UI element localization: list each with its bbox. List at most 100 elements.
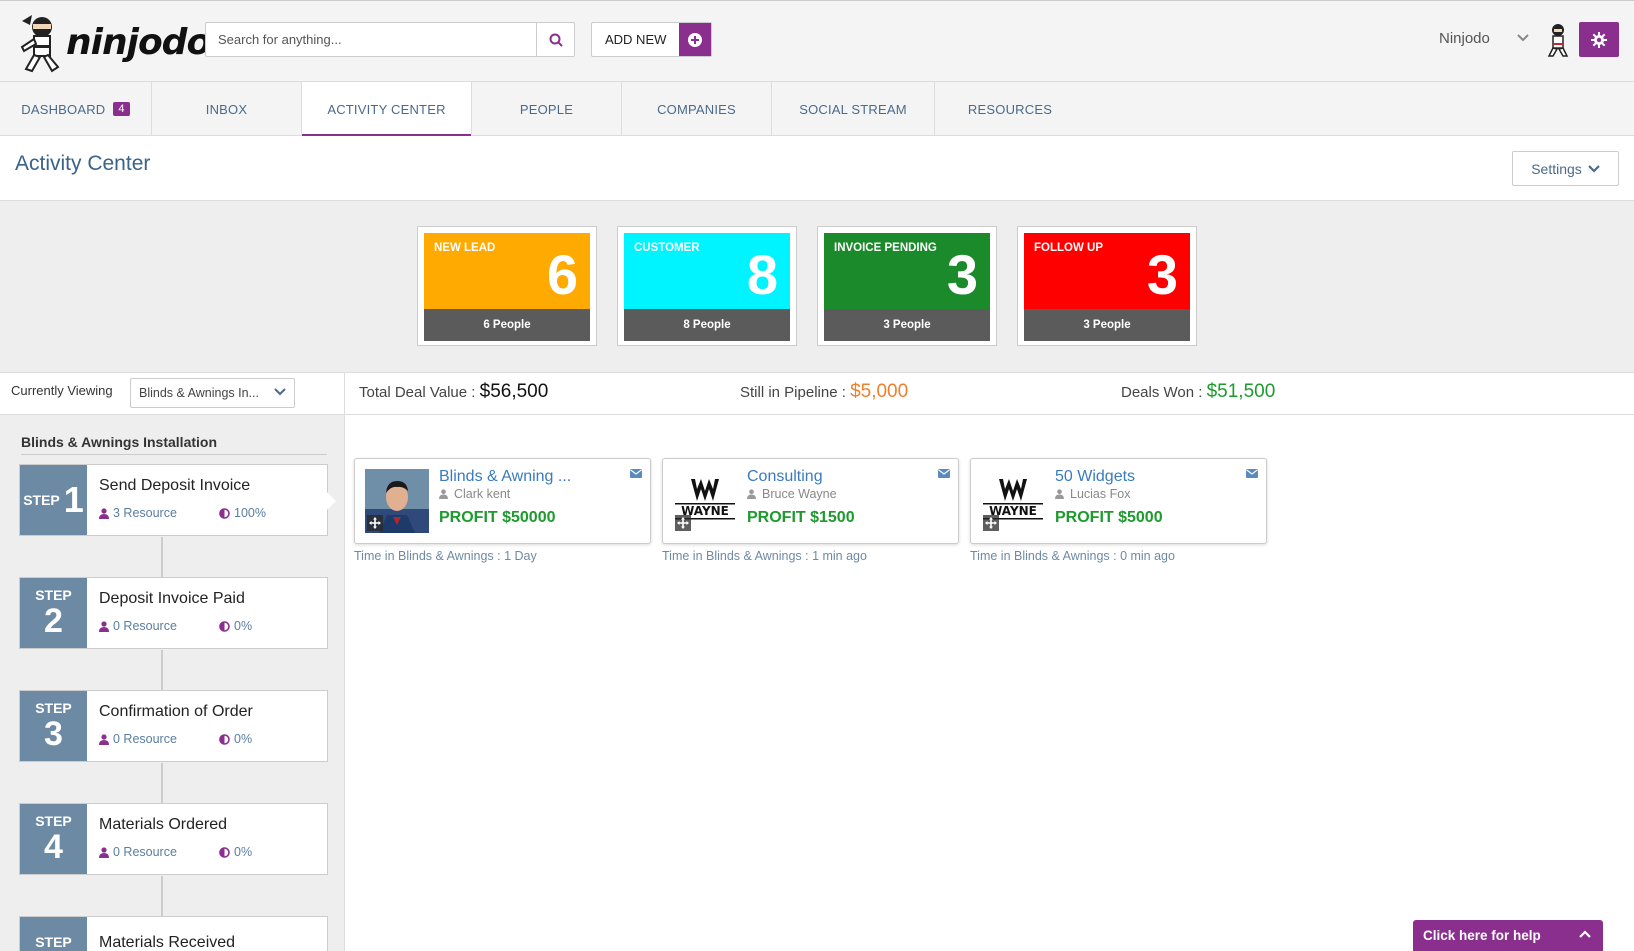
deal-card[interactable]: WAYNE 50 Widgets Lucias Fox PROFIT $5000 [970,458,1267,544]
deal-title[interactable]: Consulting [747,468,823,486]
logo[interactable]: ninjodo [18,9,211,75]
move-icon[interactable] [675,515,691,531]
step-connector [161,763,163,804]
logo-text: ninjodo [66,21,211,63]
tab-companies[interactable]: COMPANIES [622,82,772,136]
currently-viewing-label: Currently Viewing [11,383,113,398]
tab-label: INBOX [205,101,248,117]
step-resource: 0 Resource [99,732,177,746]
settings-gear-button[interactable] [1579,22,1619,57]
step-word: STEP [23,491,60,508]
pipeline-step-2[interactable]: STEP 2 Deposit Invoice Paid 0 Resource 0… [19,577,328,649]
plus-circle-icon [679,23,712,56]
chevron-down-icon [274,388,286,396]
step-number-badge: STEP [20,917,87,951]
stat-card-invoice-pending[interactable]: INVOICE PENDING 3 3 People [817,226,997,346]
stat-card-new-lead[interactable]: NEW LEAD 6 6 People [417,226,597,346]
pipeline-label: Still in Pipeline : [740,384,846,401]
pipeline-step-1[interactable]: STEP 1 Send Deposit Invoice 3 Resource 1… [19,464,336,536]
move-icon[interactable] [983,515,999,531]
tab-people[interactable]: PEOPLE [472,82,622,136]
active-step-pointer [327,492,336,510]
move-icon[interactable] [367,515,383,531]
pipeline-select-value: Blinds & Awnings In... [139,386,259,400]
step-resource: 3 Resource [99,506,177,520]
deal-contact-name: Clark kent [454,487,511,501]
tab-label: RESOURCES [967,101,1053,117]
gear-icon [1591,31,1607,48]
envelope-icon[interactable] [1246,469,1258,478]
stat-label: CUSTOMER [634,242,700,254]
deal-profit: PROFIT $5000 [1055,509,1163,526]
envelope-icon[interactable] [938,469,950,478]
stat-card-follow-up[interactable]: FOLLOW UP 3 3 People [1017,226,1197,346]
help-bar-button[interactable]: Click here for help [1413,920,1603,951]
pipeline-steps-panel: Blinds & Awnings Installation STEP 1 Sen… [0,415,345,951]
total-deal-amount: $56,500 [479,381,549,402]
step-percent-value: 0% [234,732,253,746]
chevron-down-icon [1588,164,1600,173]
total-deal-label: Total Deal Value : [359,384,476,401]
deal-card[interactable]: Blinds & Awning ... Clark kent PROFIT $5… [354,458,651,544]
deal-title[interactable]: Blinds & Awning ... [439,468,571,486]
deals-won-value: Deals Won : $51,500 [1121,381,1275,403]
deal-summary-bar: Currently Viewing Blinds & Awnings In...… [0,372,1634,416]
tab-label: COMPANIES [657,101,736,117]
user-name[interactable]: Ninjodo [1439,30,1490,47]
top-header: ninjodo ADD NEW Ninjodo [0,0,1634,81]
step-name: Deposit Invoice Paid [99,590,245,607]
pipeline-step-4[interactable]: STEP 4 Materials Ordered 0 Resource 0% [19,803,328,875]
pipeline-step-5[interactable]: STEP Materials Received [19,916,328,951]
stat-label: INVOICE PENDING [834,242,937,254]
settings-dropdown-button[interactable]: Settings [1512,151,1619,186]
half-circle-icon [219,846,230,858]
add-new-button[interactable]: ADD NEW [591,22,713,57]
step-resource-count: 3 Resource [113,506,177,520]
stat-people: 3 People [824,309,990,341]
search-button[interactable] [536,23,574,56]
step-number: 1 [63,479,84,520]
tab-resources[interactable]: RESOURCES [935,82,1085,136]
tab-activity-center[interactable]: ACTIVITY CENTER [302,82,472,137]
step-connector [161,537,163,578]
step-number: 3 [44,714,63,753]
pipeline-select[interactable]: Blinds & Awnings In... [130,378,295,408]
chevron-down-icon[interactable] [1516,33,1530,43]
step-resource-count: 0 Resource [113,619,177,633]
stat-card-top: INVOICE PENDING 3 [824,233,990,309]
stat-count: 3 [1146,243,1178,306]
add-new-label: ADD NEW [605,32,667,47]
step-name: Materials Ordered [99,816,228,833]
deal-card-wrapper: WAYNE 50 Widgets Lucias Fox PROFIT $5000… [970,458,1267,563]
step-number-badge: STEP 4 [20,804,87,874]
total-deal-value: Total Deal Value : $56,500 [359,381,548,403]
stat-count: 3 [946,243,978,306]
search-input[interactable] [206,23,536,56]
stat-count: 6 [546,243,578,306]
status-summary-band: NEW LEAD 6 6 People CUSTOMER 8 8 People … [0,201,1634,372]
stat-card-customer[interactable]: CUSTOMER 8 8 People [617,226,797,346]
stat-count: 8 [746,243,778,306]
deal-card[interactable]: WAYNE Consulting Bruce Wayne PROFIT $150… [662,458,959,544]
step-percent: 0% [219,619,252,633]
envelope-icon[interactable] [630,469,642,478]
tab-inbox[interactable]: INBOX [152,82,302,136]
stat-card-top: CUSTOMER 8 [624,233,790,309]
notification-badge: 4 [113,102,130,116]
step-connector [161,650,163,691]
company-logo: WAYNE [981,469,1045,533]
step-word: STEP [35,586,72,603]
pipeline-step-3[interactable]: STEP 3 Confirmation of Order 0 Resource … [19,690,328,762]
deal-card-wrapper: WAYNE Consulting Bruce Wayne PROFIT $150… [662,458,959,563]
tab-dashboard[interactable]: DASHBOARD 4 [0,82,152,136]
tab-label: ACTIVITY CENTER [327,101,446,117]
deal-profit: PROFIT $1500 [747,509,855,526]
deal-title[interactable]: 50 Widgets [1055,468,1135,486]
deal-contact: Clark kent [439,487,510,501]
deal-time-in-stage: Time in Blinds & Awnings : 1 min ago [662,549,867,563]
deals-won-amount: $51,500 [1206,381,1276,402]
tab-social-stream[interactable]: SOCIAL STREAM [772,82,935,136]
step-word: STEP [35,699,72,716]
avatar[interactable] [1545,23,1571,57]
step-number-badge: STEP 1 [20,465,87,535]
